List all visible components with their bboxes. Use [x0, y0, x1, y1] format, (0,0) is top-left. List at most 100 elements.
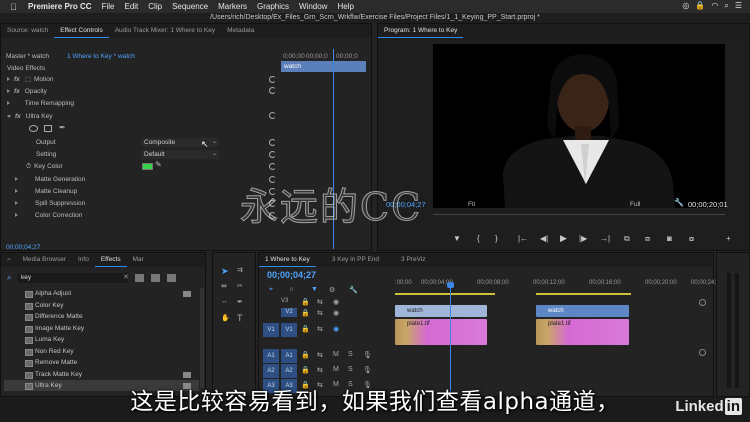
lock-icon[interactable]: 🔒 [301, 309, 310, 317]
tab-source[interactable]: Source: watch [1, 24, 54, 38]
step-forward-icon[interactable]: |▶ [579, 234, 587, 243]
solo-button[interactable]: S [348, 366, 353, 373]
effect-track-matte-key[interactable]: Track Matte Key [35, 369, 82, 381]
reset-icon[interactable] [269, 151, 276, 158]
yuv-effects-icon[interactable] [167, 274, 176, 282]
ec-clip-bar[interactable]: watch [281, 61, 366, 72]
fx-icon[interactable]: fx [15, 113, 21, 120]
lock-icon[interactable]: 🔒 [695, 1, 705, 11]
go-to-out-icon[interactable]: →| [600, 234, 610, 243]
effect-image-matte-key[interactable]: Image Matte Key [35, 323, 84, 335]
tab-media-browser[interactable]: Media Browser [17, 253, 72, 267]
source-v1-patch[interactable]: V1 [263, 323, 279, 337]
go-to-in-icon[interactable]: |← [518, 234, 528, 243]
source-a1-patch[interactable]: A1 [263, 349, 279, 363]
app-menu[interactable]: Premiere Pro CC [28, 2, 92, 11]
tab-sequence-where-to-key[interactable]: 1 Where to Key [259, 253, 316, 267]
menu-clip[interactable]: Clip [148, 2, 162, 11]
reset-icon[interactable] [269, 76, 276, 83]
timeline-settings-icon[interactable]: ⚙ [329, 286, 335, 294]
lock-icon[interactable]: 🔒 [301, 366, 310, 374]
setting-dropdown[interactable]: Default [141, 150, 219, 159]
razor-icon[interactable]: ✂ [237, 282, 243, 290]
tab-markers[interactable]: Mar [127, 253, 150, 267]
playhead-handle[interactable] [447, 282, 454, 288]
eye-icon[interactable]: ◉ [333, 325, 339, 333]
effect-luma-key[interactable]: Luma Key [35, 334, 64, 346]
add-button-icon[interactable]: + [726, 234, 731, 243]
apple-icon[interactable]:  [10, 2, 20, 12]
fx-icon[interactable]: fx [14, 76, 20, 83]
clip-watch-v2-second[interactable]: watch [536, 305, 629, 317]
extract-icon[interactable]: ⧈ [645, 234, 650, 244]
vertical-scroll-handle[interactable] [699, 299, 706, 306]
reset-icon[interactable] [269, 112, 276, 119]
mute-button[interactable]: M [333, 366, 339, 373]
work-area-bar[interactable] [395, 293, 495, 295]
tab-overflow-icon[interactable]: » [1, 253, 17, 267]
menu-markers[interactable]: Markers [218, 2, 247, 11]
track-v2-target[interactable]: V2 [281, 308, 297, 317]
menu-graphics[interactable]: Graphics [257, 2, 289, 11]
tab-sequence-previz[interactable]: 3 PreViz [395, 253, 431, 267]
cc-icon[interactable]: ◎ [682, 1, 689, 11]
vertical-scroll-handle[interactable] [699, 349, 706, 356]
rectangle-mask-icon[interactable] [44, 125, 52, 132]
list-icon[interactable]: ☰ [735, 1, 742, 11]
matte-generation-row[interactable]: Matte Generation [15, 174, 85, 185]
step-back-icon[interactable]: ◀| [540, 234, 548, 243]
eye-icon[interactable]: ◉ [333, 298, 339, 306]
effect-row-ultra-key[interactable]: fx Ultra Key [7, 111, 53, 122]
pen-tool-icon[interactable]: ✒ [237, 298, 243, 306]
search-icon[interactable]: ⌕ [724, 1, 728, 11]
solo-button[interactable]: S [348, 351, 353, 358]
linked-selection-icon[interactable]: ∩ [289, 286, 294, 293]
stopwatch-icon[interactable]: ⏱ [26, 163, 31, 170]
eye-icon[interactable]: ◉ [333, 309, 339, 317]
effect-row-time-remapping[interactable]: fxTime Remapping [7, 98, 74, 109]
reset-icon[interactable] [269, 87, 276, 94]
sync-lock-icon[interactable]: ⇆ [317, 325, 323, 333]
effect-difference-matte[interactable]: Difference Matte [35, 311, 83, 323]
clip-plate-v1[interactable]: plate1.tif [395, 319, 487, 345]
fx-icon[interactable]: fx [14, 88, 20, 95]
menu-sequence[interactable]: Sequence [172, 2, 208, 11]
menu-edit[interactable]: Edit [124, 2, 138, 11]
timeline-timecode[interactable]: 00;00;04;27 [267, 270, 316, 280]
timeline-playhead[interactable] [450, 283, 451, 395]
menu-help[interactable]: Help [337, 2, 353, 11]
sequence-clip-label[interactable]: 1 Where to Key * watch [67, 51, 135, 62]
track-v1-target[interactable]: V1 [281, 323, 297, 337]
track-a1-target[interactable]: A1 [281, 349, 297, 363]
slip-tool-icon[interactable]: ↔ [221, 298, 228, 305]
clear-search-icon[interactable]: ✕ [123, 273, 129, 281]
type-tool-icon[interactable]: T [237, 313, 243, 323]
effect-remove-matte[interactable]: Remove Matte [35, 357, 77, 369]
lock-icon[interactable]: 🔒 [301, 351, 310, 359]
snap-icon[interactable]: ⌖ [269, 286, 273, 294]
quality-dropdown[interactable]: Full [630, 199, 640, 210]
zoom-fit-dropdown[interactable]: Fit [468, 199, 475, 210]
master-clip-label[interactable]: Master * watch [6, 51, 49, 62]
tab-effects[interactable]: Effects [94, 253, 127, 267]
sync-lock-icon[interactable]: ⇆ [317, 366, 323, 374]
menu-file[interactable]: File [102, 2, 115, 11]
lift-icon[interactable]: ⧉ [624, 234, 630, 244]
add-marker-timeline-icon[interactable]: ▼ [311, 286, 318, 293]
reset-icon[interactable] [269, 163, 276, 170]
pen-mask-icon[interactable]: ✒ [59, 123, 66, 132]
menu-window[interactable]: Window [299, 2, 327, 11]
source-a2-patch[interactable]: A2 [263, 364, 279, 378]
selection-tool-icon[interactable]: ➤ [221, 266, 229, 277]
mark-in-icon[interactable]: { [477, 234, 480, 243]
effect-non-red-key[interactable]: Non Red Key [35, 346, 74, 358]
wrench-icon[interactable]: 🔧 [349, 286, 358, 294]
sync-lock-icon[interactable]: ⇆ [317, 309, 323, 317]
sync-lock-icon[interactable]: ⇆ [317, 298, 323, 306]
ripple-edit-icon[interactable]: ⇹ [221, 282, 227, 290]
effect-color-key[interactable]: Color Key [35, 300, 64, 312]
track-select-icon[interactable]: ⇉ [237, 266, 243, 274]
tab-effect-controls[interactable]: Effect Controls [54, 24, 109, 38]
spill-suppression-row[interactable]: Spill Suppression [15, 198, 85, 209]
reset-icon[interactable] [269, 139, 276, 146]
